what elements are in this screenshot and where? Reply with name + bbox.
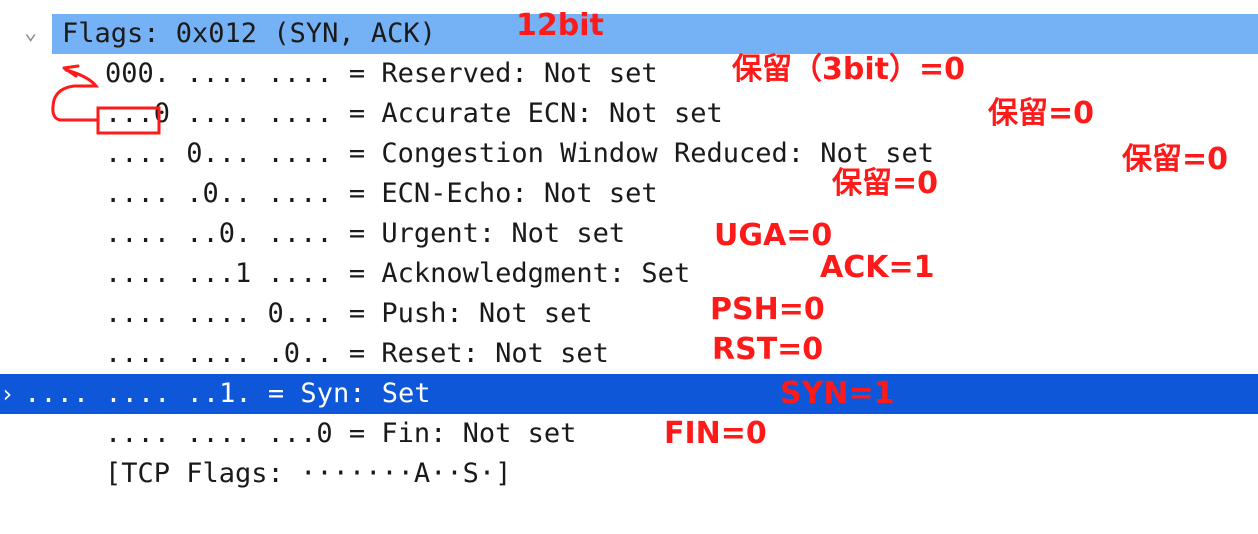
annotation-accurate-ecn: 保留=0 (988, 96, 1095, 131)
flags-header-label: Flags: 0x012 (SYN, ACK) (62, 18, 436, 49)
chevron-right-icon[interactable]: › (0, 380, 14, 408)
field-row-urgent[interactable]: .... ..0. .... = Urgent: Not set (0, 214, 1258, 254)
field-text: .... .... ..1. = Syn: Set (24, 378, 431, 409)
annotation-12bit: 12bit (516, 8, 604, 43)
field-row-ece[interactable]: .... .0.. .... = ECN-Echo: Not set (0, 174, 1258, 214)
field-row-syn-selected[interactable]: › .... .... ..1. = Syn: Set (0, 374, 1258, 414)
field-text: .... .... .0.. = Reset: Not set (105, 338, 609, 369)
field-row-tcp-flags[interactable]: [TCP Flags: ·······A··S·] (0, 454, 1258, 494)
annotation-cwr: 保留=0 (1122, 142, 1229, 177)
annotation-ack: ACK=1 (820, 250, 935, 285)
annotation-rst: RST=0 (712, 332, 824, 367)
annotation-urg: UGA=0 (714, 218, 833, 253)
annotation-ece: 保留=0 (832, 166, 939, 201)
annotation-syn: SYN=1 (780, 376, 895, 411)
field-row-cwr[interactable]: .... 0... .... = Congestion Window Reduc… (0, 134, 1258, 174)
field-text: .... .... ...0 = Fin: Not set (105, 418, 577, 449)
annotation-fin: FIN=0 (664, 416, 767, 451)
field-row-ack[interactable]: .... ...1 .... = Acknowledgment: Set (0, 254, 1258, 294)
field-row-push[interactable]: .... .... 0... = Push: Not set (0, 294, 1258, 334)
annotation-psh: PSH=0 (710, 292, 825, 327)
field-row-fin[interactable]: .... .... ...0 = Fin: Not set (0, 414, 1258, 454)
field-text: 000. .... .... = Reserved: Not set (105, 58, 658, 89)
field-row-reserved[interactable]: 000. .... .... = Reserved: Not set (0, 54, 1258, 94)
field-text: .... 0... .... = Congestion Window Reduc… (105, 138, 935, 169)
flags-header[interactable]: Flags: 0x012 (SYN, ACK) (0, 14, 1258, 54)
field-text: .... .... 0... = Push: Not set (105, 298, 593, 329)
field-text: .... ...1 .... = Acknowledgment: Set (105, 258, 691, 289)
field-text: .... .0.. .... = ECN-Echo: Not set (105, 178, 658, 209)
field-text: .... ..0. .... = Urgent: Not set (105, 218, 626, 249)
field-text: [TCP Flags: ·······A··S·] (105, 458, 512, 489)
annotation-reserved: 保留（3bit）=0 (732, 52, 965, 87)
field-row-reset[interactable]: .... .... .0.. = Reset: Not set (0, 334, 1258, 374)
field-text: ...0 .... .... = Accurate ECN: Not set (105, 98, 723, 129)
